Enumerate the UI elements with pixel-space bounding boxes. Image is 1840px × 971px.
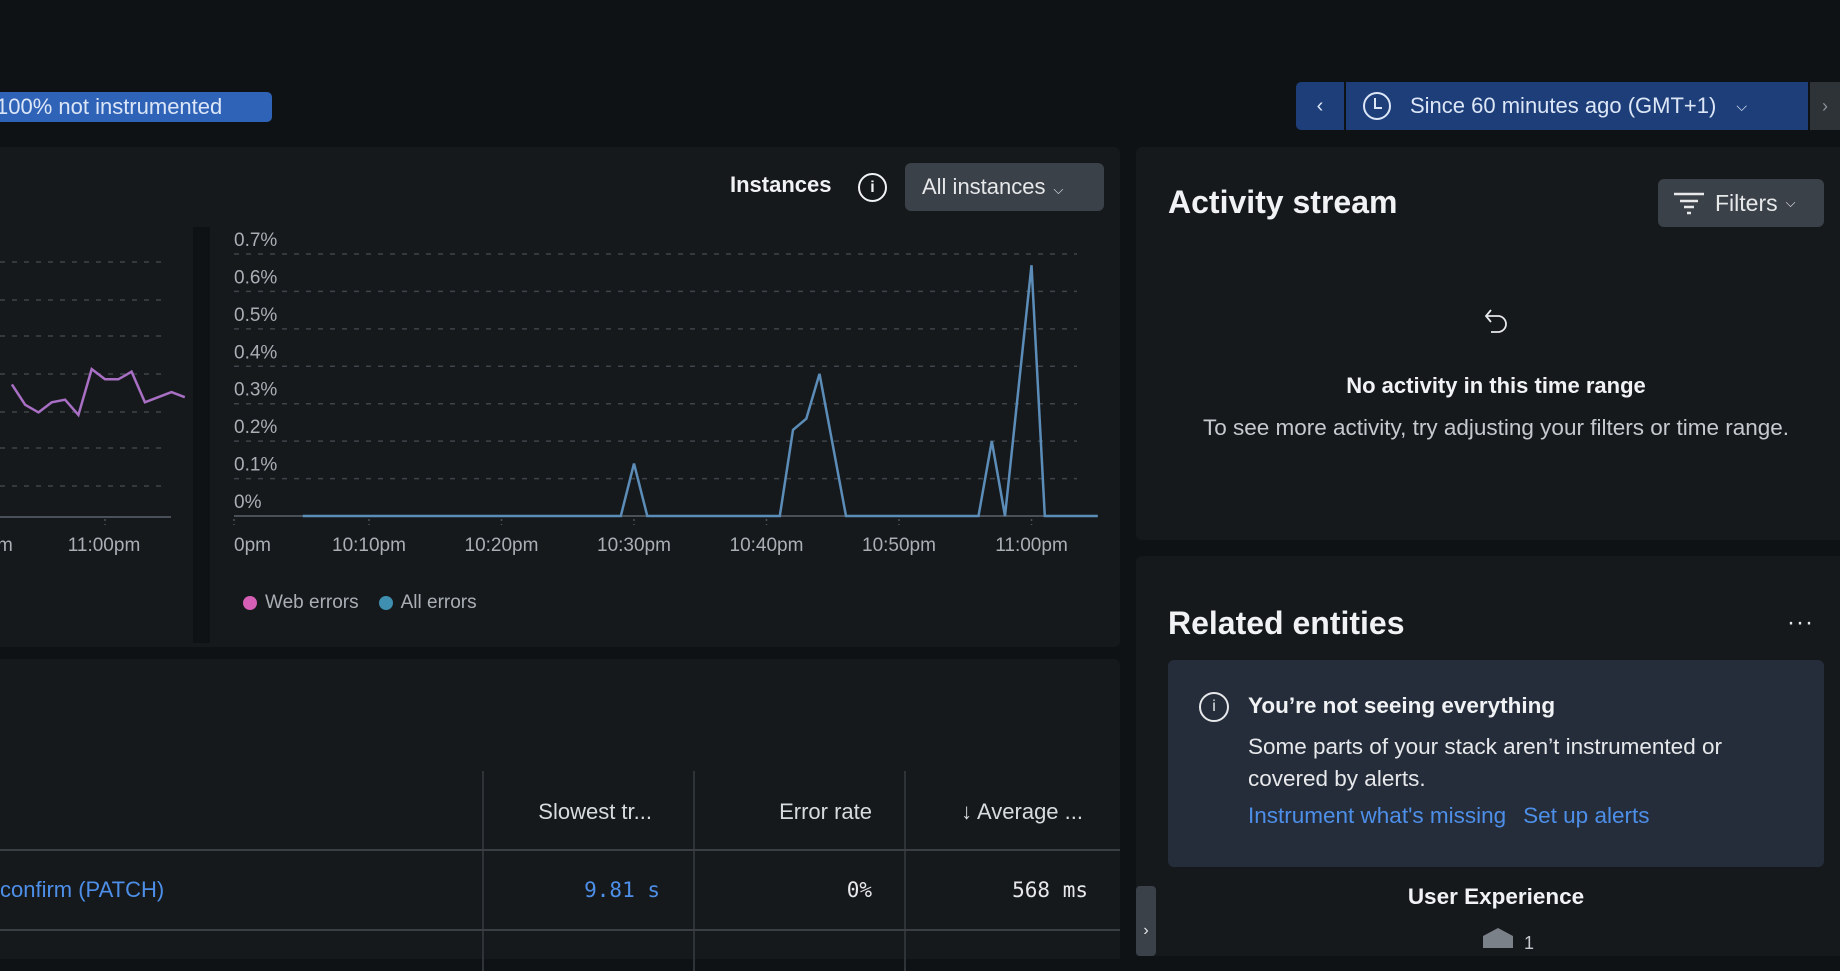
x-tick-label: 10:50pm xyxy=(862,535,936,556)
user-experience-section-title: User Experience xyxy=(1136,884,1840,910)
column-header-average[interactable]: ↓ Average ... xyxy=(961,799,1083,825)
instances-selected: All instances xyxy=(922,174,1046,199)
x-tick-label: 11:00pm xyxy=(68,535,141,556)
error-rate-chart: 0% 0.1% 0.2% 0.3% 0.4% 0.5% 0.6% 0.7% 0pm 10:10p… xyxy=(210,227,1120,643)
info-icon[interactable]: i xyxy=(858,173,887,202)
legend-label: All errors xyxy=(401,592,477,614)
chevron-left-icon: ‹ xyxy=(1317,95,1324,118)
instrumentation-badge-label: 100% not instrumented xyxy=(0,92,222,122)
column-divider xyxy=(693,771,695,971)
chevron-right-icon: › xyxy=(1143,922,1148,939)
y-tick-label: 0% xyxy=(234,492,262,513)
slowest-trace-link[interactable]: 9.81 s xyxy=(584,878,660,902)
filters-button[interactable]: Filters ⌵ xyxy=(1658,179,1824,227)
divider xyxy=(193,227,210,643)
header-divider xyxy=(0,849,1120,851)
legend-item-all-errors[interactable]: All errors xyxy=(379,592,477,614)
time-picker: ‹ Since 60 minutes ago (GMT+1) ⌵ › xyxy=(1296,82,1840,130)
related-entities-title: Related entities xyxy=(1168,605,1405,642)
notice-links: Instrument what's missing Set up alerts xyxy=(1248,803,1666,829)
instances-label: Instances xyxy=(730,172,832,198)
entity-hexagon-icon[interactable] xyxy=(1482,928,1514,948)
column-divider xyxy=(904,771,906,971)
left-chart: m 11:00pm xyxy=(0,227,193,643)
y-tick-label: 0.1% xyxy=(234,455,277,476)
instrumentation-badge[interactable]: 100% not instrumented xyxy=(0,92,272,122)
filter-icon xyxy=(1673,191,1705,215)
x-tick-label: 10:30pm xyxy=(597,535,671,556)
y-tick-label: 0.2% xyxy=(234,417,277,438)
column-divider xyxy=(482,771,484,971)
legend-item-web-errors[interactable]: Web errors xyxy=(243,592,359,614)
collapse-sidebar-button[interactable]: › xyxy=(1136,886,1156,956)
legend-label: Web errors xyxy=(265,592,359,614)
error-chart-card: 0% 0.1% 0.2% 0.3% 0.4% 0.5% 0.6% 0.7% 0pm 10:10p… xyxy=(210,227,1120,643)
y-tick-label: 0.7% xyxy=(234,230,277,251)
x-tick-label: 11:00pm xyxy=(995,535,1068,556)
column-header-error-rate[interactable]: Error rate xyxy=(779,799,872,825)
empty-state-title: No activity in this time range xyxy=(1136,373,1840,399)
chevron-down-icon: ⌵ xyxy=(1054,182,1064,197)
left-chart-card: m 11:00pm xyxy=(0,227,193,643)
y-tick-label: 0.3% xyxy=(234,380,277,401)
chevron-down-icon: ⌵ xyxy=(1736,98,1747,115)
time-next-button[interactable]: › xyxy=(1810,82,1840,130)
clock-icon xyxy=(1362,91,1392,121)
activity-stream-title: Activity stream xyxy=(1168,184,1397,221)
time-range-label: Since 60 minutes ago (GMT+1) xyxy=(1410,93,1716,119)
chevron-down-icon: ⌵ xyxy=(1786,195,1796,211)
info-icon: i xyxy=(1199,692,1229,722)
set-up-alerts-link[interactable]: Set up alerts xyxy=(1523,803,1649,829)
chevron-right-icon: › xyxy=(1822,96,1828,117)
filters-label: Filters xyxy=(1715,190,1778,217)
row-divider xyxy=(0,929,1120,931)
empty-state-description: To see more activity, try adjusting your… xyxy=(1186,412,1806,444)
instances-dropdown[interactable]: All instances ⌵ xyxy=(905,163,1104,211)
error-rate-value: 0% xyxy=(847,878,872,902)
time-prev-button[interactable]: ‹ xyxy=(1296,82,1344,130)
y-tick-label: 0.6% xyxy=(234,267,277,288)
column-header-slowest[interactable]: Slowest tr... xyxy=(538,799,652,825)
time-range-select[interactable]: Since 60 minutes ago (GMT+1) ⌵ xyxy=(1346,82,1808,130)
y-tick-label: 0.4% xyxy=(234,342,277,363)
notice-text: Some parts of your stack aren’t instrume… xyxy=(1248,731,1788,795)
y-tick-label: 0.5% xyxy=(234,305,277,326)
x-tick-label: 10:10pm xyxy=(332,535,406,556)
transactions-table: Slowest tr... Error rate ↓ Average ... c… xyxy=(0,659,1120,959)
transaction-name-link[interactable]: confirm (PATCH) xyxy=(0,877,164,903)
undo-icon xyxy=(1482,306,1512,336)
instrument-missing-link[interactable]: Instrument what's missing xyxy=(1248,803,1506,829)
chart-legend: Web errors All errors xyxy=(243,592,497,614)
legend-dot xyxy=(243,596,257,610)
legend-dot xyxy=(379,596,393,610)
x-tick-label: 10:40pm xyxy=(730,535,804,556)
average-value: 568 ms xyxy=(1012,878,1088,902)
series-line-purple xyxy=(12,369,185,415)
notice-title: You’re not seeing everything xyxy=(1248,693,1555,719)
x-tick-label: 0pm xyxy=(234,535,271,556)
x-tick-label: m xyxy=(0,535,13,556)
x-tick-label: 10:20pm xyxy=(465,535,539,556)
more-options-icon[interactable]: ··· xyxy=(1787,609,1814,637)
